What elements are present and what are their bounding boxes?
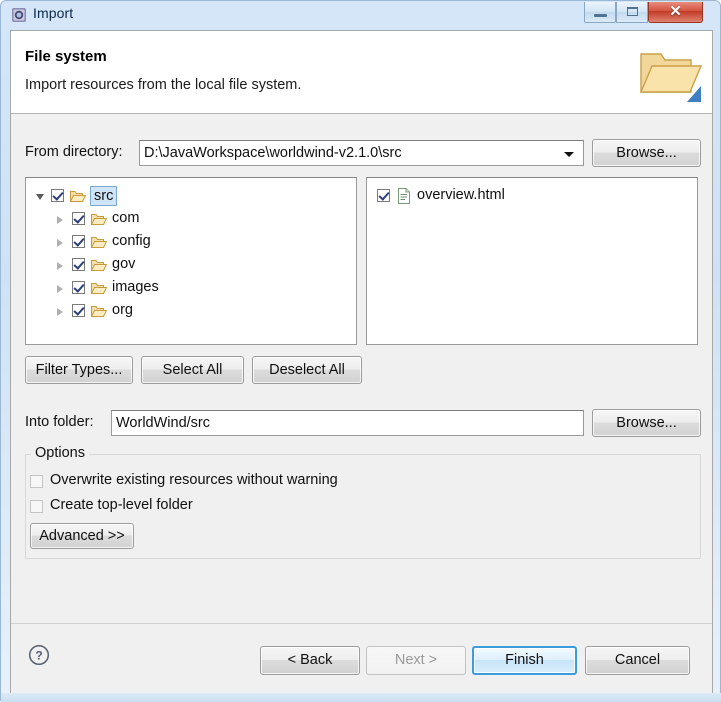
tree-checkbox[interactable] bbox=[51, 189, 64, 202]
tree-row[interactable]: images bbox=[26, 278, 356, 299]
folder-tree-panel[interactable]: src com config gov images org bbox=[25, 177, 357, 345]
chevron-right-icon[interactable] bbox=[57, 216, 63, 224]
from-directory-label: From directory: bbox=[25, 144, 123, 160]
folder-icon bbox=[90, 304, 108, 322]
file-list-panel[interactable]: overview.html bbox=[366, 177, 698, 345]
folder-icon bbox=[69, 189, 87, 207]
folder-icon bbox=[90, 235, 108, 253]
title-bar: Import ✕ bbox=[1, 1, 721, 29]
open-folder-import-icon bbox=[637, 40, 703, 102]
dialog-body: File system Import resources from the lo… bbox=[10, 30, 713, 693]
html-file-icon bbox=[397, 188, 411, 208]
deselect-all-button[interactable]: Deselect All bbox=[252, 356, 362, 384]
chevron-right-icon[interactable] bbox=[57, 308, 63, 316]
tree-node-label[interactable]: gov bbox=[112, 256, 135, 272]
overwrite-existing-label: Overwrite existing resources without war… bbox=[50, 472, 338, 488]
overwrite-existing-checkbox[interactable] bbox=[30, 475, 43, 488]
tree-row[interactable]: org bbox=[26, 301, 356, 322]
file-name-label[interactable]: overview.html bbox=[417, 187, 505, 203]
chevron-right-icon[interactable] bbox=[57, 262, 63, 270]
advanced-button[interactable]: Advanced >> bbox=[30, 523, 134, 549]
cancel-button[interactable]: Cancel bbox=[585, 646, 690, 675]
into-folder-label: Into folder: bbox=[25, 414, 94, 430]
into-folder-input[interactable]: WorldWind/src bbox=[111, 410, 584, 436]
window-title: Import bbox=[33, 5, 74, 21]
close-icon: ✕ bbox=[669, 3, 682, 20]
page-title: File system bbox=[25, 48, 107, 65]
page-description: Import resources from the local file sys… bbox=[25, 77, 302, 93]
folder-icon bbox=[90, 212, 108, 230]
options-legend: Options bbox=[31, 445, 89, 461]
chevron-right-icon[interactable] bbox=[57, 239, 63, 247]
tree-row[interactable]: config bbox=[26, 232, 356, 253]
tree-node-label[interactable]: config bbox=[112, 233, 151, 249]
tree-checkbox[interactable] bbox=[72, 212, 85, 225]
tree-node-label[interactable]: images bbox=[112, 279, 159, 295]
tree-row[interactable]: src bbox=[26, 186, 356, 207]
folder-icon bbox=[90, 281, 108, 299]
maximize-button[interactable] bbox=[616, 2, 648, 23]
footer-separator bbox=[11, 623, 712, 624]
file-checkbox[interactable] bbox=[377, 189, 390, 202]
svg-text:?: ? bbox=[35, 649, 42, 663]
import-wizard-icon bbox=[11, 7, 27, 23]
list-item[interactable]: overview.html bbox=[367, 186, 697, 207]
from-directory-value: D:\JavaWorkspace\worldwind-v2.1.0\src bbox=[144, 145, 402, 161]
next-button: Next > bbox=[366, 646, 466, 675]
create-top-level-folder-label: Create top-level folder bbox=[50, 497, 193, 513]
tree-row[interactable]: gov bbox=[26, 255, 356, 276]
filter-types-button[interactable]: Filter Types... bbox=[25, 356, 133, 384]
tree-node-label[interactable]: src bbox=[90, 186, 118, 206]
tree-checkbox[interactable] bbox=[72, 258, 85, 271]
tree-node-label[interactable]: org bbox=[112, 302, 133, 318]
tree-node-label[interactable]: com bbox=[112, 210, 139, 226]
chevron-down-icon[interactable] bbox=[36, 194, 44, 200]
chevron-right-icon[interactable] bbox=[57, 285, 63, 293]
finish-button[interactable]: Finish bbox=[472, 646, 577, 675]
chevron-down-icon[interactable] bbox=[564, 152, 574, 157]
from-directory-combo[interactable]: D:\JavaWorkspace\worldwind-v2.1.0\src bbox=[139, 140, 584, 166]
into-folder-value: WorldWind/src bbox=[116, 415, 210, 431]
import-dialog-window: Import ✕ File system Import resources fr… bbox=[0, 0, 721, 702]
tree-row[interactable]: com bbox=[26, 209, 356, 230]
close-button[interactable]: ✕ bbox=[648, 2, 703, 23]
tree-checkbox[interactable] bbox=[72, 304, 85, 317]
create-top-level-folder-checkbox[interactable] bbox=[30, 500, 43, 513]
tree-checkbox[interactable] bbox=[72, 235, 85, 248]
back-button[interactable]: < Back bbox=[260, 646, 360, 675]
browse-source-button[interactable]: Browse... bbox=[592, 139, 701, 167]
tree-checkbox[interactable] bbox=[72, 281, 85, 294]
minimize-button[interactable] bbox=[584, 2, 616, 23]
maximize-icon bbox=[627, 7, 638, 16]
wizard-header: File system Import resources from the lo… bbox=[11, 31, 712, 114]
select-all-button[interactable]: Select All bbox=[141, 356, 244, 384]
minimize-icon bbox=[594, 14, 607, 17]
browse-destination-button[interactable]: Browse... bbox=[592, 409, 701, 437]
folder-icon bbox=[90, 258, 108, 276]
help-icon[interactable]: ? bbox=[28, 644, 50, 666]
